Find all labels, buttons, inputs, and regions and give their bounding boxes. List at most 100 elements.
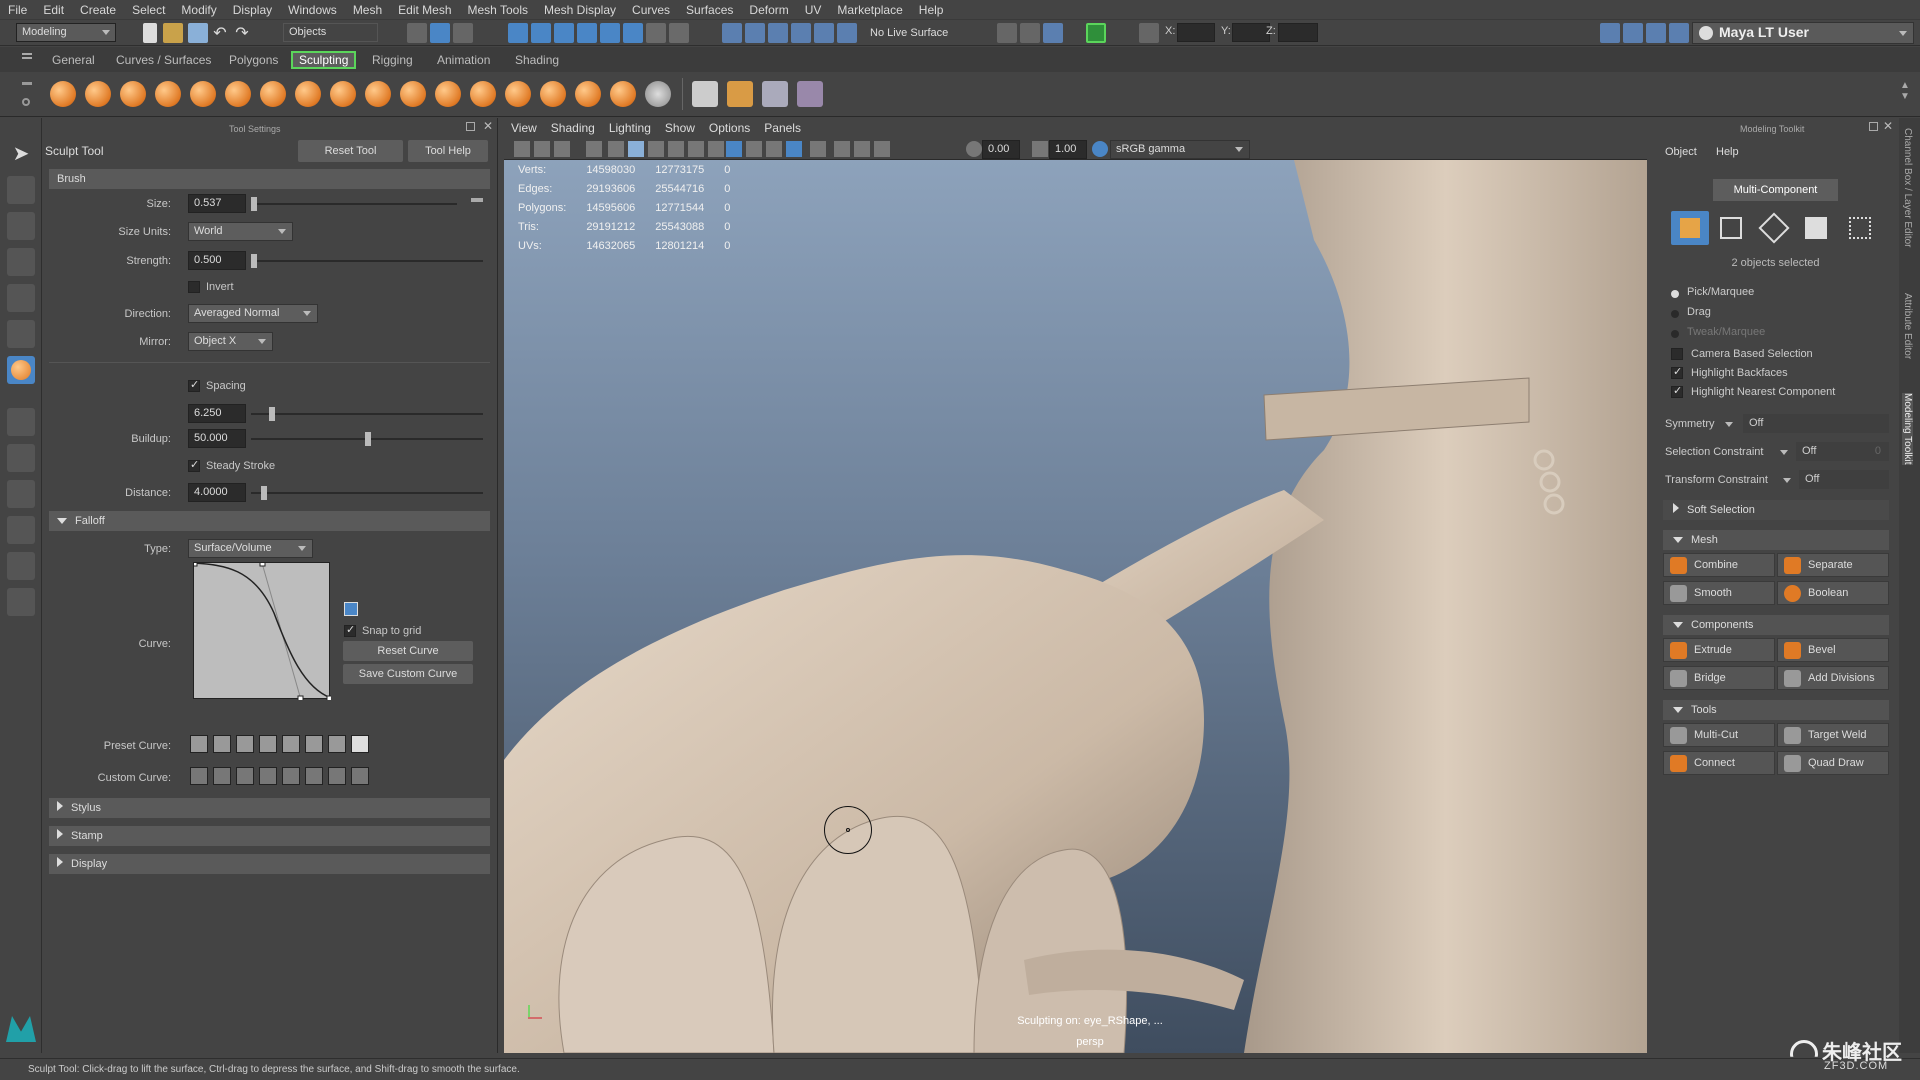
custom-curve-slot-5[interactable] [282,767,300,785]
bulge-tool-icon[interactable] [575,81,601,107]
z-coordinate-field[interactable] [1278,23,1318,42]
grab-tool-icon[interactable] [155,81,181,107]
separate-button[interactable]: Separate [1777,553,1889,577]
close-icon[interactable]: ✕ [483,119,493,133]
spacing-slider-handle[interactable] [269,407,275,421]
shelf-tab-sculpting[interactable]: Sculpting [291,51,357,69]
user-account-menu[interactable]: Maya LT User [1692,22,1914,44]
shelf-tab-general[interactable]: General [44,51,103,69]
scale-tool-icon[interactable] [7,320,35,348]
new-scene-icon[interactable] [143,23,157,43]
flatten-tool-icon[interactable] [225,81,251,107]
menu-uv[interactable]: UV [797,0,830,20]
display-section-header[interactable]: Display [49,854,490,874]
add-divisions-button[interactable]: Add Divisions [1777,666,1889,690]
graph-editor-icon[interactable] [344,602,358,616]
rotate-tool-icon[interactable] [7,284,35,312]
shelf-menu-icon[interactable] [22,53,32,55]
distance-slider[interactable] [251,486,483,500]
invert-checkbox[interactable] [188,281,200,293]
menu-select[interactable]: Select [124,0,173,20]
stamp-section-header[interactable]: Stamp [49,826,490,846]
make-live-icon[interactable] [669,23,689,43]
buildup-slider[interactable] [251,432,483,446]
selection-mode-field[interactable]: Objects [283,23,378,42]
save-custom-curve-button[interactable]: Save Custom Curve [343,664,473,684]
face-mode-icon[interactable] [1805,217,1827,239]
combine-button[interactable]: Combine [1663,553,1775,577]
strength-slider[interactable] [251,254,483,268]
single-view-layout-icon[interactable] [7,408,35,436]
sculpt-tool-icon[interactable] [50,81,76,107]
repeat-tool-icon[interactable] [330,81,356,107]
outliner-layout-icon[interactable] [7,516,35,544]
side-tab-modeling-toolkit[interactable]: Modeling Toolkit [1902,393,1913,465]
four-view-layout-icon[interactable] [7,444,35,472]
ipr-render-icon[interactable] [814,23,834,43]
render-view-icon[interactable] [768,23,788,43]
amplify-tool-icon[interactable] [610,81,636,107]
x-coordinate-field[interactable] [1177,23,1215,42]
custom-curve-slot-7[interactable] [328,767,346,785]
exposure-field[interactable]: 0.00 [982,140,1020,159]
drag-radio[interactable] [1671,310,1679,318]
distance-slider-handle[interactable] [261,486,267,500]
convert-to-frozen-icon[interactable] [692,81,718,107]
side-tab-attribute-editor[interactable]: Attribute Editor [1902,293,1913,359]
preset-curve-5[interactable] [282,735,300,753]
camera-icon[interactable] [514,141,530,157]
size-field[interactable]: 0.537 [188,194,246,213]
chevron-down-icon[interactable] [1780,450,1788,455]
stylus-section-header[interactable]: Stylus [49,798,490,818]
toolkit-menu-help[interactable]: Help [1716,146,1739,158]
preset-curve-8[interactable] [351,735,369,753]
viewport-menu-panels[interactable]: Panels [757,118,808,138]
tool-help-button[interactable]: Tool Help [408,140,488,162]
save-scene-icon[interactable] [188,23,208,43]
viewport-menu-show[interactable]: Show [658,118,702,138]
shadows-icon[interactable] [688,141,704,157]
menu-surfaces[interactable]: Surfaces [678,0,741,20]
side-by-side-layout-icon[interactable] [7,480,35,508]
custom-curve-slot-3[interactable] [236,767,254,785]
menu-display[interactable]: Display [225,0,280,20]
input-output-icon[interactable] [722,23,742,43]
color-management-icon[interactable] [1092,141,1108,157]
hypershade-window-icon[interactable] [1043,23,1063,43]
select-hierarchy-icon[interactable] [407,23,427,43]
open-scene-icon[interactable] [163,23,183,43]
camera-attributes-icon[interactable] [534,141,550,157]
film-gate-icon[interactable] [834,141,850,157]
shelf-scroll-icon[interactable]: ▲ ▼ [1900,80,1910,102]
snap-curve-icon[interactable] [531,23,551,43]
lights-icon[interactable] [668,141,684,157]
custom-curve-slot-4[interactable] [259,767,277,785]
snap-to-grid-checkbox[interactable] [344,623,356,637]
boolean-button[interactable]: Boolean [1777,581,1889,605]
rendering-active-icon[interactable] [1086,23,1106,43]
smooth-button[interactable]: Smooth [1663,581,1775,605]
strength-field[interactable]: 0.500 [188,251,246,270]
highlight-backfaces-checkbox[interactable] [1671,365,1683,379]
fill-tool-icon[interactable] [470,81,496,107]
scrape-tool-icon[interactable] [435,81,461,107]
snap-grid-icon[interactable] [508,23,528,43]
outliner-layout-icon[interactable] [1623,23,1643,43]
symmetry-value[interactable]: Off [1743,414,1889,433]
selection-constraint-value[interactable]: Off 0 [1796,442,1889,461]
snap-surface-icon[interactable] [600,23,620,43]
select-arrow-icon[interactable]: ➤ [7,140,35,168]
close-icon[interactable]: ✕ [1883,119,1893,133]
custom-curve-slot-2[interactable] [213,767,231,785]
brush-section-header[interactable]: Brush [49,169,490,189]
side-tab-channel-box[interactable]: Channel Box / Layer Editor [1902,128,1913,248]
viewport-menu-shading[interactable]: Shading [544,118,602,138]
safe-title-icon[interactable] [874,141,890,157]
shape-editor-icon[interactable] [797,81,823,107]
quad-draw-button[interactable]: Quad Draw [1777,751,1889,775]
xray-icon[interactable] [726,141,742,157]
hypershade-icon[interactable] [837,23,857,43]
falloff-curve-graph[interactable] [193,562,331,700]
wax-tool-icon[interactable] [400,81,426,107]
lasso-tool-icon[interactable] [7,176,35,204]
